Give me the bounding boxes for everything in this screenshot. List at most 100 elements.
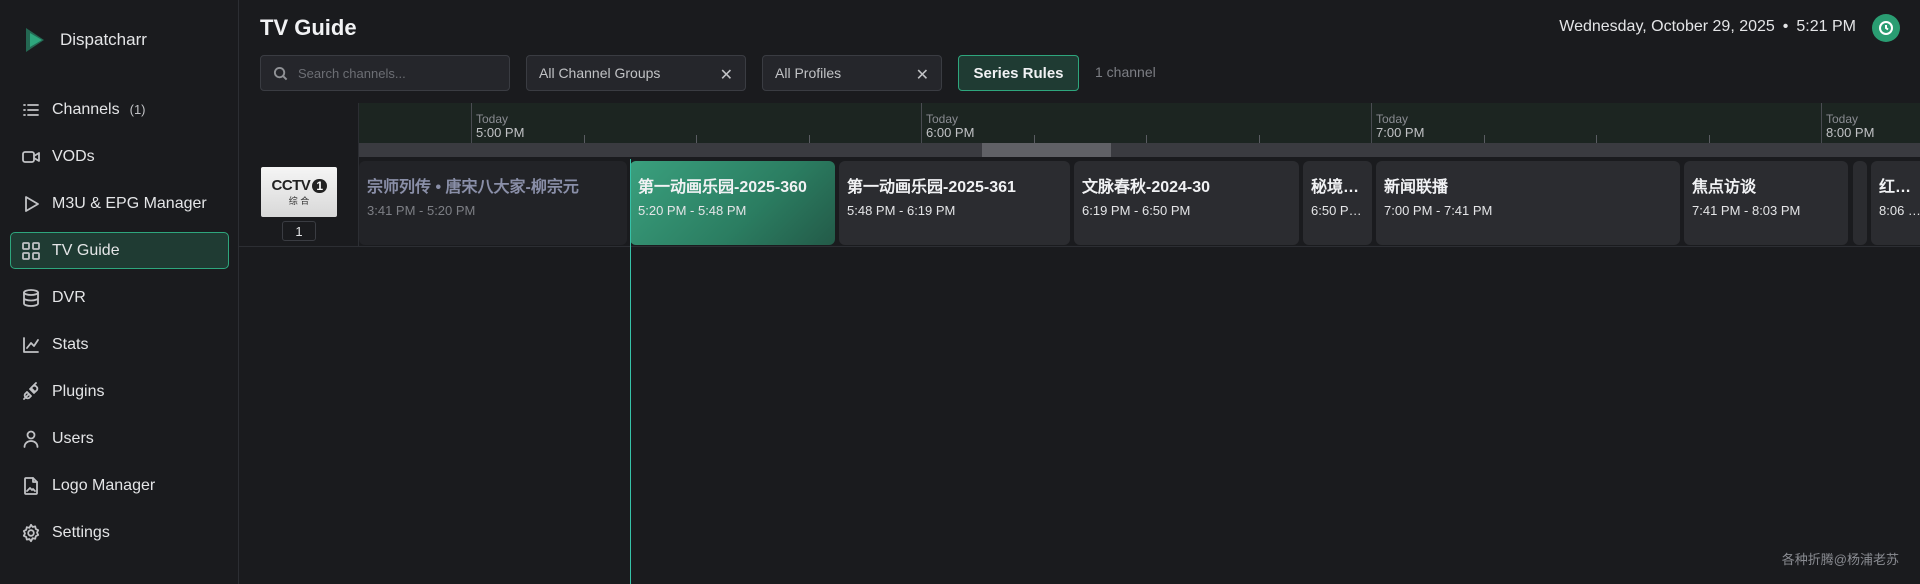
program-title: 宗师列传 • 唐宋八大家-柳宗元	[367, 179, 579, 196]
sidebar-item-vods[interactable]: VODs	[10, 138, 229, 175]
minor-tick	[696, 135, 697, 143]
program-block[interactable]	[1853, 161, 1867, 245]
program-block[interactable]: 红石榴 8:06 PM	[1871, 161, 1920, 245]
sidebar-item-label: VODs	[52, 147, 95, 165]
scrollbar-thumb[interactable]	[982, 143, 1111, 157]
program-time: 3:41 PM - 5:20 PM	[367, 203, 476, 218]
plug-icon	[21, 381, 41, 402]
program-title: 红石榴	[1879, 179, 1920, 196]
search-input[interactable]	[298, 65, 498, 81]
minor-tick	[1146, 135, 1147, 143]
program-time: 7:41 PM - 8:03 PM	[1692, 203, 1801, 218]
channel-column-header	[239, 103, 359, 157]
program-block[interactable]: 新闻联播 7:00 PM - 7:41 PM	[1376, 161, 1680, 245]
minor-tick	[1596, 135, 1597, 143]
current-datetime: Wednesday, October 29, 2025 • 5:21 PM	[1559, 18, 1856, 36]
hour-tick-label: Today 6:00 PM	[926, 112, 975, 140]
program-title: 秘境之眼	[1311, 179, 1364, 196]
video-icon	[21, 147, 41, 167]
current-time: 5:21 PM	[1796, 18, 1856, 35]
minor-tick	[1034, 135, 1035, 143]
minor-tick	[809, 135, 810, 143]
minor-tick	[1709, 135, 1710, 143]
channels-count-badge: (1)	[129, 102, 146, 117]
search-icon	[273, 66, 288, 80]
program-title: 第一动画乐园-2025-361	[847, 179, 1016, 196]
channel-group-value: All Channel Groups	[539, 65, 661, 81]
sidebar-item-label: Channels	[52, 100, 120, 118]
play-icon	[21, 194, 41, 214]
program-title: 新闻联播	[1384, 179, 1449, 196]
sidebar-nav: Channels (1) VODs M3U & EPG Manager TV G…	[10, 91, 229, 561]
page-title: TV Guide	[260, 15, 357, 40]
hour-tick-line	[1371, 103, 1372, 143]
current-time-indicator	[630, 159, 631, 584]
sidebar-item-logo-manager[interactable]: Logo Manager	[10, 467, 229, 504]
series-rules-button[interactable]: Series Rules	[958, 55, 1079, 91]
hour-tick-label: Today 7:00 PM	[1376, 112, 1425, 140]
program-title: 第一动画乐园-2025-360	[638, 179, 807, 196]
gear-icon	[21, 523, 41, 543]
channel-group-select[interactable]: All Channel Groups ✕	[526, 55, 746, 91]
jump-to-now-button[interactable]	[1872, 14, 1900, 42]
sidebar-item-m3u-epg-manager[interactable]: M3U & EPG Manager	[10, 185, 229, 222]
sidebar-item-stats[interactable]: Stats	[10, 326, 229, 363]
program-block[interactable]: 焦点访谈 7:41 PM - 8:03 PM	[1684, 161, 1848, 245]
datetime-separator: •	[1782, 18, 1789, 35]
file-image-icon	[21, 476, 41, 496]
program-block[interactable]: 秘境之眼 6:50 PM - 7:00 PM	[1303, 161, 1372, 245]
sidebar: Dispatcharr Channels (1) VODs M3U & EPG …	[0, 0, 239, 584]
program-block-current[interactable]: 第一动画乐园-2025-360 5:20 PM - 5:48 PM	[630, 161, 835, 245]
chart-line-icon	[21, 335, 41, 355]
timeline-scrollbar[interactable]	[359, 143, 1920, 157]
program-time: 7:00 PM - 7:41 PM	[1384, 203, 1493, 218]
program-block[interactable]: 宗师列传 • 唐宋八大家-柳宗元 3:41 PM - 5:20 PM	[359, 161, 627, 245]
channel-number: 1	[282, 221, 316, 241]
sidebar-item-users[interactable]: Users	[10, 420, 229, 457]
program-title: 焦点访谈	[1692, 179, 1757, 196]
program-block[interactable]: 文脉春秋-2024-30 6:19 PM - 6:50 PM	[1074, 161, 1299, 245]
list-icon	[21, 100, 41, 120]
sidebar-item-settings[interactable]: Settings	[10, 514, 229, 551]
sidebar-item-label: M3U & EPG Manager	[52, 194, 207, 212]
layout-grid-icon	[21, 241, 41, 261]
user-icon	[21, 429, 41, 449]
clear-profile-icon[interactable]: ✕	[916, 65, 929, 85]
app-logo-icon	[26, 28, 44, 52]
clock-icon	[1879, 21, 1893, 35]
brand[interactable]: Dispatcharr	[22, 24, 147, 56]
program-time: 6:19 PM - 6:50 PM	[1082, 203, 1191, 218]
minor-tick	[1259, 135, 1260, 143]
hour-tick-line	[921, 103, 922, 143]
program-time: 5:20 PM - 5:48 PM	[638, 203, 747, 218]
profile-value: All Profiles	[775, 65, 842, 81]
sidebar-item-label: Plugins	[52, 382, 105, 400]
search-box	[260, 55, 510, 91]
sidebar-item-label: Logo Manager	[52, 476, 156, 494]
program-row: 宗师列传 • 唐宋八大家-柳宗元 3:41 PM - 5:20 PM 第一动画乐…	[359, 157, 1920, 247]
sidebar-item-label: Stats	[52, 335, 89, 353]
clear-channel-group-icon[interactable]: ✕	[720, 65, 733, 85]
sidebar-item-label: TV Guide	[52, 241, 120, 259]
sidebar-item-tv-guide[interactable]: TV Guide	[10, 232, 229, 269]
watermark-text: 各种折腾@杨浦老苏	[1781, 552, 1899, 567]
program-time: 6:50 PM - 7:00 PM	[1311, 203, 1364, 218]
program-title: 文脉春秋-2024-30	[1082, 179, 1211, 196]
profile-select[interactable]: All Profiles ✕	[762, 55, 942, 91]
sidebar-item-plugins[interactable]: Plugins	[10, 373, 229, 410]
channel-cell[interactable]: CCTV 1 综 合 1	[239, 157, 359, 247]
program-time: 8:06 PM	[1879, 203, 1920, 218]
program-block[interactable]: 第一动画乐园-2025-361 5:48 PM - 6:19 PM	[839, 161, 1070, 245]
sidebar-item-label: DVR	[52, 288, 86, 306]
minor-tick	[1484, 135, 1485, 143]
current-date: Wednesday, October 29, 2025	[1559, 18, 1775, 35]
sidebar-item-channels[interactable]: Channels (1)	[10, 91, 229, 128]
program-time: 5:48 PM - 6:19 PM	[847, 203, 956, 218]
sidebar-item-label: Settings	[52, 523, 110, 541]
timeline-header: Today 5:00 PM Today 6:00 PM Today 7:00 PM T…	[359, 103, 1920, 143]
channel-count: 1 channel	[1095, 64, 1156, 80]
sidebar-item-dvr[interactable]: DVR	[10, 279, 229, 316]
minor-tick	[584, 135, 585, 143]
hour-tick-label: Today 5:00 PM	[476, 112, 525, 140]
channel-logo: CCTV 1 综 合	[261, 167, 337, 217]
